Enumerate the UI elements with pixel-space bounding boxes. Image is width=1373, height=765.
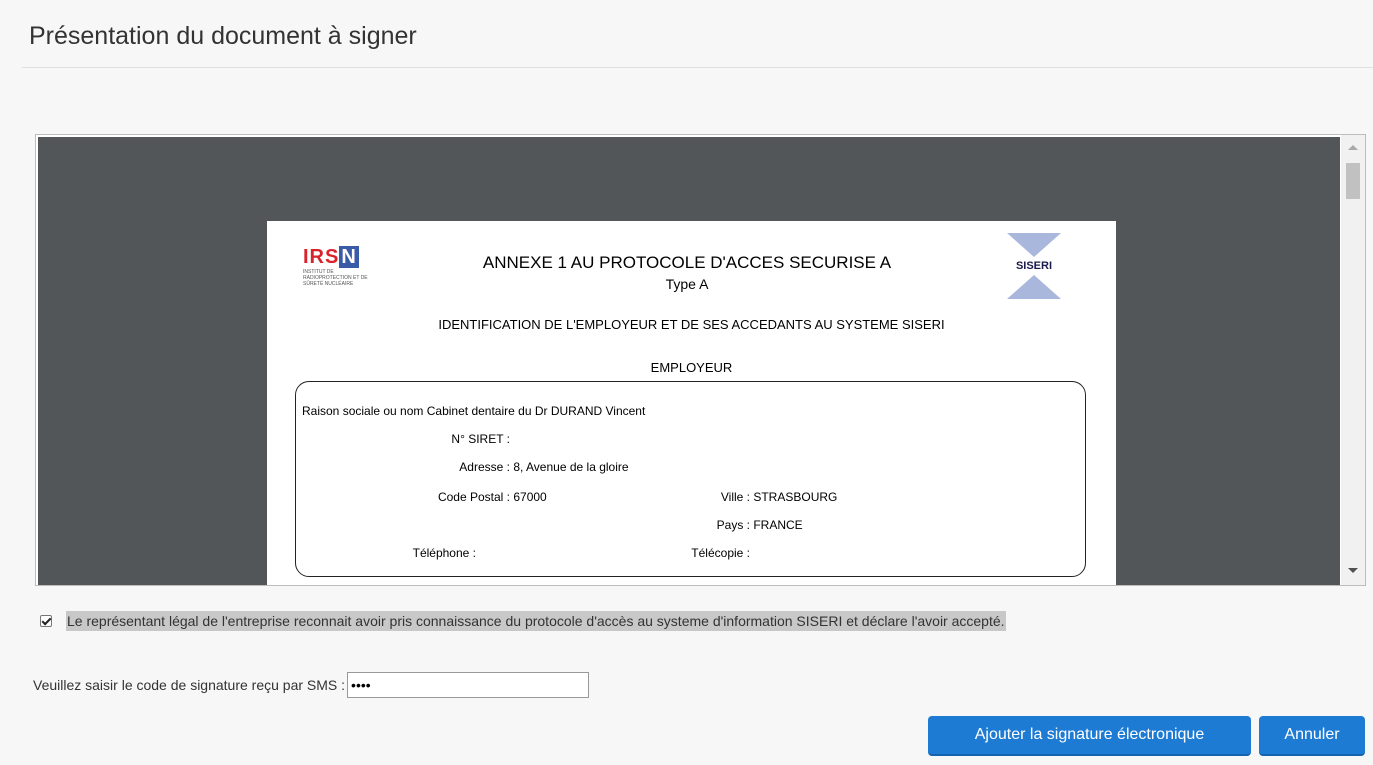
siseri-logo-text: SISERI <box>1015 260 1053 272</box>
document-type: Type A <box>665 276 709 292</box>
field-adresse: Adresse : 8, Avenue de la gloire <box>296 460 629 474</box>
field-value: FRANCE <box>753 518 803 532</box>
pdf-viewer[interactable]: IRS N Institut de radioprotection et de s… <box>35 134 1366 586</box>
document-subtitle: IDENTIFICATION DE L'EMPLOYEUR ET DE SES … <box>438 317 945 332</box>
field-label: Pays : <box>716 518 750 532</box>
siseri-logo: SISERI <box>1007 233 1061 299</box>
field-code-postal: Code Postal : 67000 <box>296 490 547 504</box>
field-label: Téléphone : <box>412 546 476 560</box>
irsn-logo-letter-n: N <box>339 246 359 268</box>
field-label: N° SIRET : <box>451 432 510 446</box>
field-ville: Ville : STRASBOURG <box>676 490 838 504</box>
field-label: Adresse : <box>459 460 510 474</box>
sms-code-input[interactable] <box>347 672 590 698</box>
field-value: STRASBOURG <box>753 490 838 504</box>
field-label: Ville : <box>720 490 750 504</box>
sms-code-label: Veuillez saisir le code de signature reç… <box>33 677 346 693</box>
cancel-button[interactable]: Annuler <box>1259 716 1365 756</box>
document-page: IRS N Institut de radioprotection et de s… <box>267 221 1116 585</box>
field-value: 67000 <box>513 490 547 504</box>
scrollbar-thumb[interactable] <box>1346 163 1360 199</box>
title-divider <box>22 67 1373 68</box>
add-signature-button[interactable]: Ajouter la signature électronique <box>928 716 1251 756</box>
page: Présentation du document à signer IRS N I… <box>0 0 1373 765</box>
scroll-up-arrow-icon[interactable] <box>1348 145 1358 150</box>
sms-code-row: Veuillez saisir le code de signature reç… <box>33 672 590 698</box>
employer-box: Raison sociale ou nom Cabinet dentaire d… <box>295 381 1086 577</box>
field-pays: Pays : FRANCE <box>676 518 803 532</box>
acknowledgement-checkbox[interactable] <box>40 615 52 627</box>
acknowledgement-text[interactable]: Le représentant légal de l'entreprise re… <box>66 611 1006 631</box>
field-telephone: Téléphone : <box>262 546 476 560</box>
section-heading: EMPLOYEUR <box>650 360 733 375</box>
field-siret: N° SIRET : <box>296 432 510 446</box>
field-value: 8, Avenue de la gloire <box>513 460 629 474</box>
field-label: Télécopie : <box>691 546 750 560</box>
viewer-scrollbar[interactable] <box>1341 135 1365 585</box>
pdf-canvas[interactable]: IRS N Institut de radioprotection et de s… <box>38 137 1340 585</box>
field-label: Raison sociale ou nom <box>302 404 424 418</box>
irsn-logo-mark: IRS N <box>303 246 383 268</box>
field-value: Cabinet dentaire du Dr DURAND Vincent <box>426 404 646 418</box>
field-telecopie: Télécopie : <box>676 546 750 560</box>
acknowledgement-row: Le représentant légal de l'entreprise re… <box>40 611 1006 631</box>
field-label: Code Postal : <box>437 490 510 504</box>
document-header: ANNEXE 1 AU PROTOCOLE D'ACCES SECURISE A… <box>427 253 947 293</box>
irsn-logo-letters: IRS <box>303 246 340 268</box>
irsn-logo: IRS N Institut de radioprotection et de s… <box>303 246 383 287</box>
scroll-down-arrow-icon[interactable] <box>1348 568 1358 573</box>
document-title: ANNEXE 1 AU PROTOCOLE D'ACCES SECURISE A <box>482 253 892 272</box>
page-title: Présentation du document à signer <box>29 22 417 50</box>
irsn-logo-subtitle: Institut de radioprotection et de sûreté… <box>303 269 368 287</box>
field-raison-sociale: Raison sociale ou nom Cabinet dentaire d… <box>302 404 645 418</box>
